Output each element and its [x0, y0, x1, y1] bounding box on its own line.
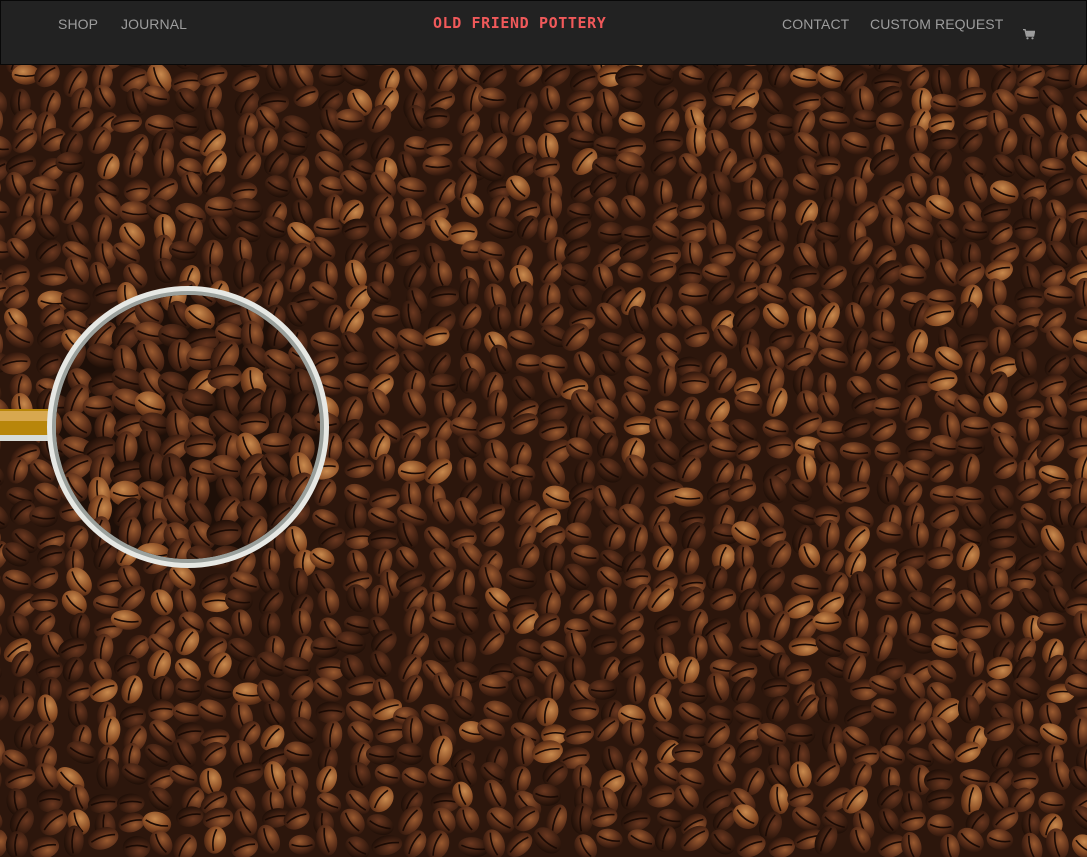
nav-contact-link[interactable]: CONTACT [782, 16, 849, 32]
nav-custom-request-link[interactable]: CUSTOM REQUEST [870, 16, 1003, 32]
shopping-cart-icon[interactable] [1023, 27, 1036, 40]
hero-coffee-beans-image [0, 65, 1087, 857]
coffee-beans-photo [0, 65, 1087, 857]
nav-shop-link[interactable]: SHOP [58, 16, 98, 32]
nav-journal-link[interactable]: JOURNAL [121, 16, 187, 32]
top-navbar: SHOP JOURNAL OLD FRIEND POTTERY CONTACT … [0, 0, 1087, 65]
site-brand-logo[interactable]: OLD FRIEND POTTERY [433, 14, 606, 32]
